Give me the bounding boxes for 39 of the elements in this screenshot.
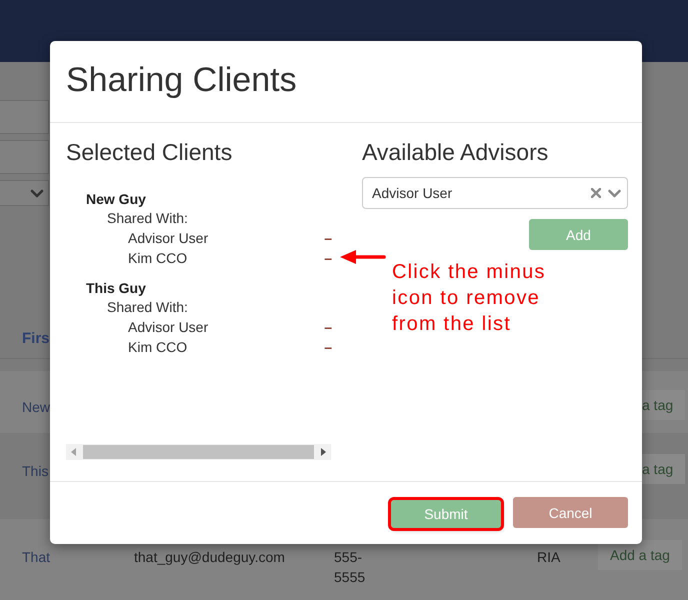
submit-button[interactable]: Submit	[391, 500, 501, 528]
shared-with-label: Shared With:	[106, 209, 189, 228]
table-cell-text: This	[22, 462, 50, 481]
dialog-title: Sharing Clients	[50, 41, 642, 123]
select-field[interactable]	[0, 180, 49, 206]
input-field[interactable]	[0, 100, 49, 134]
scroll-left-icon	[71, 448, 77, 456]
chevron-down-icon	[30, 187, 44, 199]
advisor-name: Kim CCO	[128, 249, 188, 268]
table-cell-text: New	[22, 398, 52, 417]
clear-icon	[591, 188, 601, 198]
remove-button[interactable]: –	[324, 337, 332, 357]
annotation-text: Click the minus icon to remove from the list	[392, 260, 547, 337]
advisor-name: Advisor User	[128, 229, 208, 248]
advisor-name: Kim CCO	[128, 338, 188, 357]
table-cell-text: That	[22, 548, 52, 567]
remove-button[interactable]: –	[324, 228, 332, 248]
remove-button[interactable]: –	[324, 248, 332, 268]
scroll-right-icon	[320, 448, 326, 456]
add-button[interactable]: Add	[529, 219, 628, 250]
client-name: This Guy	[86, 279, 147, 298]
section-heading: Available Advisors	[362, 139, 550, 166]
add-tag-button[interactable]: Add a tag	[598, 540, 682, 570]
horizontal-scrollbar[interactable]	[66, 444, 331, 460]
input-field[interactable]	[0, 140, 49, 174]
chevron-down-icon	[607, 188, 622, 198]
cancel-button[interactable]: Cancel	[513, 497, 628, 528]
remove-button[interactable]: –	[324, 317, 332, 337]
table-cell-text: 555-5555	[334, 548, 366, 587]
column-header: Firs	[22, 330, 50, 346]
section-heading: Selected Clients	[66, 139, 234, 166]
arrow-icon	[340, 249, 386, 265]
advisor-name: Advisor User	[128, 318, 208, 337]
shared-with-label: Shared With:	[106, 298, 189, 317]
client-name: New Guy	[86, 190, 147, 209]
table-cell-text: that_guy@dudeguy.com	[134, 548, 286, 567]
table-cell-text: RIA	[537, 548, 562, 567]
scrollbar-thumb[interactable]	[83, 445, 314, 459]
advisor-select[interactable]: Advisor User	[362, 177, 628, 209]
